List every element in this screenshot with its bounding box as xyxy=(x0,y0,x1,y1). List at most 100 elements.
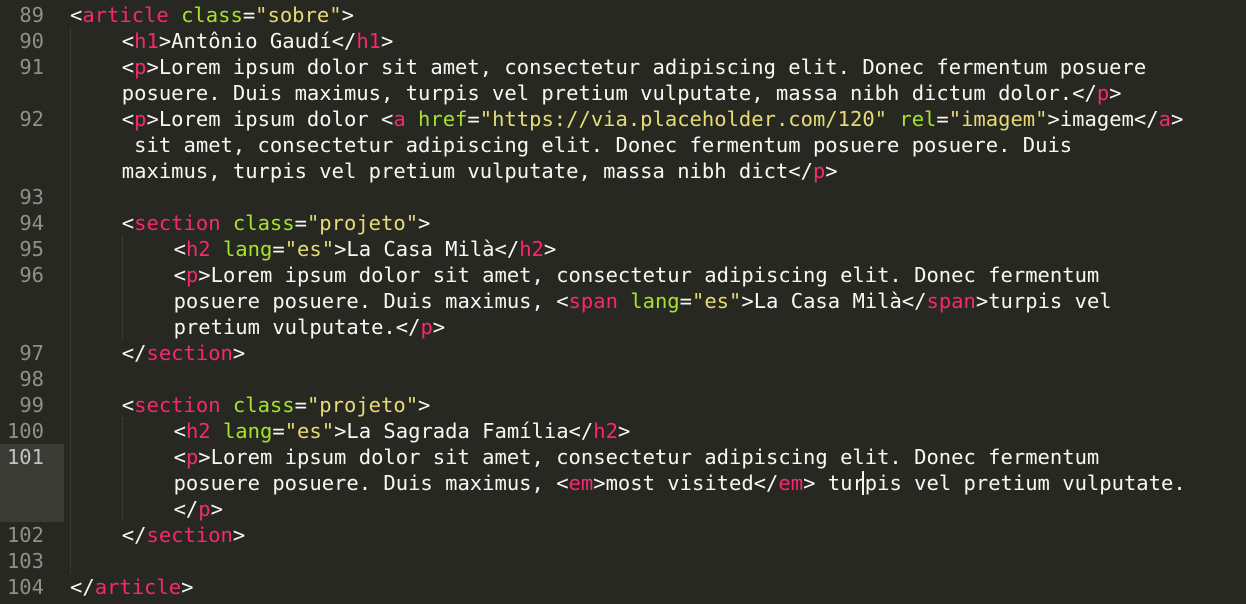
code-token: "projeto" xyxy=(306,211,419,235)
code-token: > xyxy=(543,237,557,261)
code-token: > xyxy=(1109,81,1122,105)
code-token: </ xyxy=(121,341,147,365)
code-token: < xyxy=(173,445,186,469)
code-token: < xyxy=(173,263,186,287)
code-line[interactable]: <article class="sobre"> xyxy=(70,2,354,28)
line-number: 97 xyxy=(19,341,44,365)
code-line[interactable]: <h2 lang="es">La Sagrada Família</h2> xyxy=(174,418,631,444)
code-line[interactable]: posuere posuere. Duis maximus, <span lan… xyxy=(174,288,1112,314)
code-token: >Lorem ipsum dolor sit amet, consectetur… xyxy=(198,263,1100,287)
code-token: h2 xyxy=(185,419,211,443)
code-line[interactable]: </section> xyxy=(122,340,245,366)
code-token: "https://via.placeholder.com/120" xyxy=(479,107,888,131)
code-token: span xyxy=(926,289,976,313)
indent-guide xyxy=(122,418,123,522)
code-token: = xyxy=(242,3,256,27)
code-token: "es" xyxy=(691,289,742,313)
line-number: 98 xyxy=(19,367,44,391)
text-cursor xyxy=(862,471,864,495)
code-token: >most visited</ xyxy=(593,471,779,495)
code-line[interactable]: posuere posuere. Duis maximus, <em>most … xyxy=(174,470,1186,496)
code-token: > xyxy=(232,523,246,547)
code-token: > xyxy=(232,341,246,365)
code-token: em xyxy=(568,471,594,495)
line-number: 89 xyxy=(19,3,44,27)
code-token: p xyxy=(134,107,147,131)
code-token: >La Casa Milà</ xyxy=(741,289,927,313)
code-token: "projeto" xyxy=(306,393,419,417)
code-token: section xyxy=(134,393,221,417)
code-token: < xyxy=(173,419,186,443)
code-token: > xyxy=(825,159,838,183)
code-token: em xyxy=(778,471,804,495)
code-token: >turpis vel xyxy=(975,289,1112,313)
code-token: > xyxy=(418,211,431,235)
code-token: posuere posuere. Duis maximus, < xyxy=(173,471,569,495)
code-token: p xyxy=(1096,81,1110,105)
code-token: a xyxy=(1158,107,1171,131)
code-line[interactable]: <p>Lorem ipsum dolor sit amet, consectet… xyxy=(174,444,1100,470)
code-token: p xyxy=(185,445,199,469)
code-line[interactable]: </section> xyxy=(122,522,245,548)
code-token: > turpis vel pretium vulputate. xyxy=(803,471,1186,495)
code-line[interactable]: posuere. Duis maximus, turpis vel pretiu… xyxy=(122,80,1122,106)
code-token: >La Sagrada Família</ xyxy=(334,419,594,443)
code-token: sit amet, consectetur adipiscing elit. D… xyxy=(121,133,1073,157)
code-token: < xyxy=(121,393,135,417)
code-line[interactable]: <section class="projeto"> xyxy=(122,392,431,418)
code-line[interactable]: <p>Lorem ipsum dolor sit amet, consectet… xyxy=(122,54,1146,80)
code-token: class xyxy=(181,3,243,27)
code-token: h1 xyxy=(356,29,381,53)
code-token: a xyxy=(393,107,406,131)
code-token: p xyxy=(198,497,211,521)
code-token: = xyxy=(272,419,285,443)
code-line[interactable]: </article> xyxy=(70,574,193,600)
code-token: < xyxy=(173,237,186,261)
code-token: p xyxy=(812,159,826,183)
code-token: posuere. Duis maximus, turpis vel pretiu… xyxy=(121,81,1097,105)
code-token: = xyxy=(294,211,307,235)
code-token: < xyxy=(121,29,135,53)
code-token: section xyxy=(134,211,221,235)
code-line[interactable]: pretium vulputate.</p> xyxy=(174,314,446,340)
code-token: p xyxy=(185,263,199,287)
code-token: >La Casa Milà</ xyxy=(334,237,520,261)
code-editor[interactable]: 89 90 91 92 93 94 95 96 97 98 99 100 101 102 103 104 <a… xyxy=(0,0,1246,604)
line-number: 99 xyxy=(19,393,44,417)
code-token: "sobre" xyxy=(255,3,342,27)
code-token: h2 xyxy=(185,237,211,261)
code-line[interactable]: <section class="projeto"> xyxy=(122,210,431,236)
code-line[interactable]: <h2 lang="es">La Casa Milà</h2> xyxy=(174,236,557,262)
code-token: h1 xyxy=(134,29,159,53)
code-token: p xyxy=(420,315,433,339)
line-number: 103 xyxy=(6,549,44,573)
code-token: "imagem" xyxy=(948,107,1048,131)
code-token: href xyxy=(418,107,468,131)
code-token: = xyxy=(467,107,480,131)
code-token: = xyxy=(294,393,307,417)
code-token: < xyxy=(121,55,135,79)
code-line[interactable]: <p>Lorem ipsum dolor sit amet, consectet… xyxy=(174,262,1100,288)
code-token: < xyxy=(121,107,135,131)
code-line[interactable]: maximus, turpis vel pretium vulputate, m… xyxy=(122,158,838,184)
code-token: >Lorem ipsum dolor sit amet, consectetur… xyxy=(198,445,1100,469)
code-token: > xyxy=(381,29,394,53)
code-token: </ xyxy=(70,575,95,599)
code-token: < xyxy=(121,211,135,235)
code-token: class xyxy=(232,211,295,235)
line-number: 101 xyxy=(6,445,44,469)
line-number: 91 xyxy=(19,55,44,79)
line-number: 96 xyxy=(19,263,44,287)
code-line[interactable]: </p> xyxy=(174,496,223,522)
code-line[interactable]: sit amet, consectetur adipiscing elit. D… xyxy=(122,132,1072,158)
code-line[interactable]: <p>Lorem ipsum dolor <a href="https://vi… xyxy=(122,106,1183,132)
code-token: = xyxy=(272,237,285,261)
code-token: > xyxy=(210,497,223,521)
line-number: 93 xyxy=(19,185,44,209)
code-line[interactable]: <h1>Antônio Gaudí</h1> xyxy=(122,28,394,54)
line-number: 104 xyxy=(6,575,44,599)
line-number: 102 xyxy=(6,523,44,547)
code-token: pretium vulputate.</ xyxy=(173,315,421,339)
